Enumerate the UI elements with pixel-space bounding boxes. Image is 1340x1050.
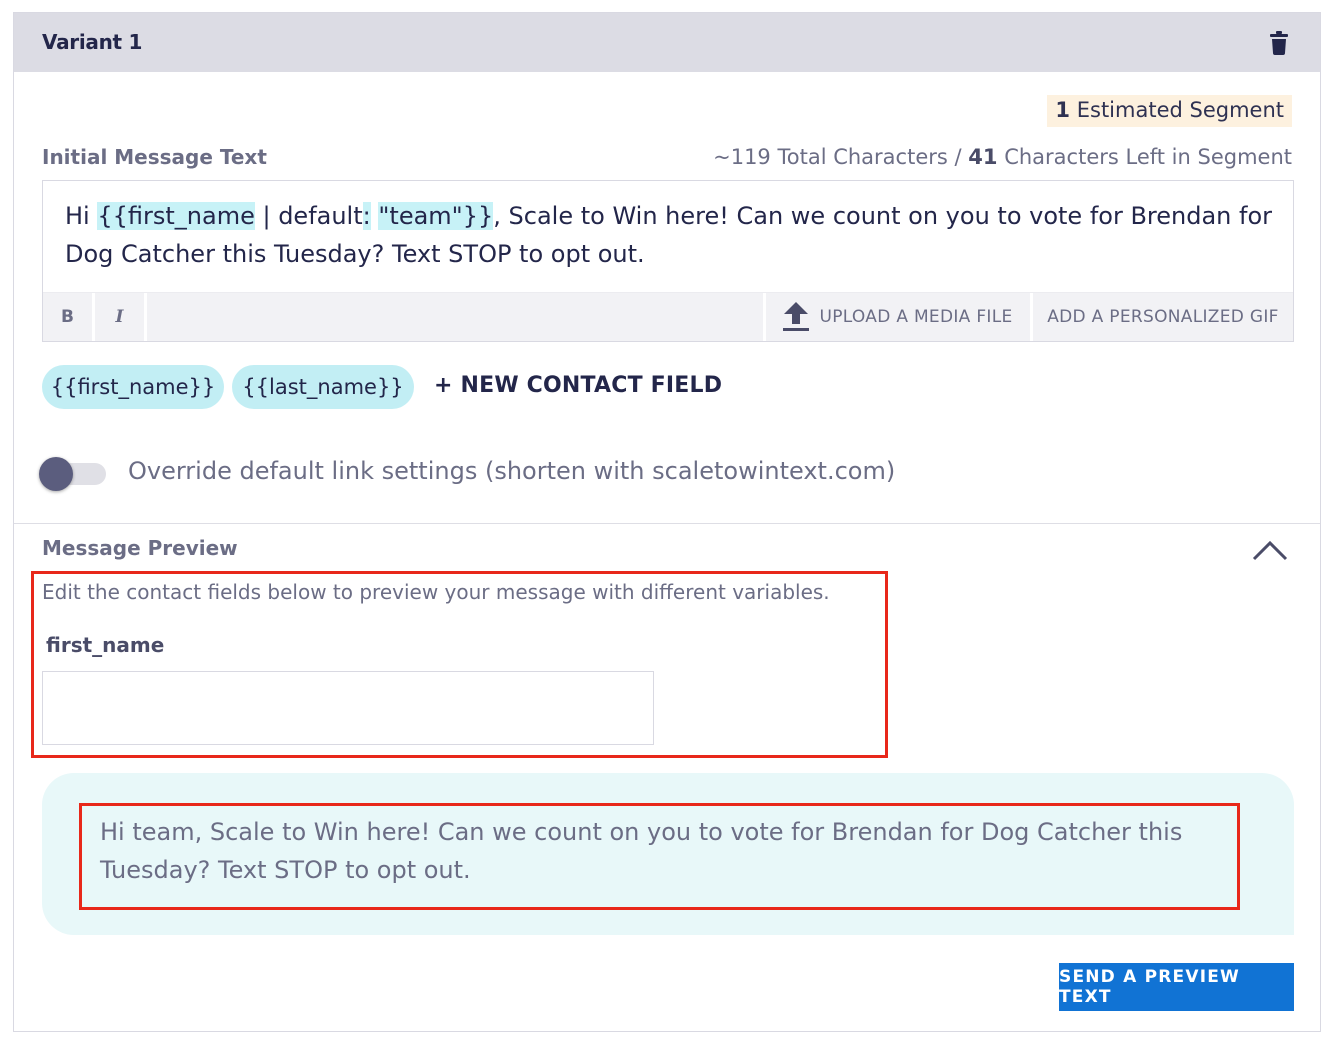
- variant-card: Variant 1 1 Estimated Segment Initial Me…: [13, 12, 1321, 1032]
- total-chars: ~119: [713, 145, 771, 169]
- char-count: ~119 Total Characters / 41 Characters Le…: [713, 145, 1292, 169]
- chevron-up-icon[interactable]: [1252, 539, 1288, 561]
- trash-icon[interactable]: [1270, 31, 1288, 55]
- chip-first-name[interactable]: {{first_name}}: [42, 365, 224, 409]
- section-divider: [14, 523, 1320, 524]
- preview-title: Message Preview: [42, 536, 238, 560]
- italic-button[interactable]: I: [95, 293, 147, 341]
- link-settings-label: Override default link settings (shorten …: [128, 457, 896, 485]
- chars-left-label: Characters Left in Segment: [1004, 145, 1292, 169]
- text-default: | default: [254, 202, 363, 230]
- upload-label: UPLOAD A MEDIA FILE: [819, 307, 1013, 327]
- upload-media-button[interactable]: UPLOAD A MEDIA FILE: [763, 293, 1033, 341]
- toggle-knob[interactable]: [39, 457, 73, 491]
- message-text[interactable]: Hi {{first_name | default: "team"}}, Sca…: [65, 197, 1273, 273]
- editor-toolbar: B I UPLOAD A MEDIA FILE ADD A PERSONALIZ…: [43, 292, 1293, 341]
- bold-button[interactable]: B: [43, 293, 95, 341]
- chip-last-name[interactable]: {{last_name}}: [232, 365, 414, 409]
- add-gif-button[interactable]: ADD A PERSONALIZED GIF: [1033, 293, 1293, 341]
- preview-hint: Edit the contact fields below to preview…: [42, 580, 830, 604]
- upload-icon: [783, 302, 810, 331]
- preview-bubble-text: Hi team, Scale to Win here! Can we count…: [100, 818, 1183, 884]
- first-name-field[interactable]: [42, 671, 654, 745]
- send-preview-button[interactable]: SEND A PREVIEW TEXT: [1059, 963, 1294, 1011]
- token-first-name: {{first_name: [97, 202, 255, 230]
- variant-header: Variant 1: [14, 13, 1320, 72]
- segment-badge: 1 Estimated Segment: [1047, 95, 1292, 127]
- message-editor[interactable]: Hi {{first_name | default: "team"}}, Sca…: [42, 180, 1294, 342]
- total-chars-label: Total Characters: [777, 145, 948, 169]
- text-prefix: Hi: [65, 202, 98, 230]
- segment-label: Estimated Segment: [1076, 98, 1284, 122]
- message-label: Initial Message Text: [42, 145, 267, 169]
- char-separator: /: [954, 145, 962, 169]
- token-default-value: "team"}}: [378, 202, 494, 230]
- new-contact-field-button[interactable]: + NEW CONTACT FIELD: [434, 373, 722, 398]
- first-name-field-label: first_name: [46, 633, 165, 657]
- variant-title: Variant 1: [42, 30, 143, 54]
- token-colon: :: [362, 202, 371, 230]
- preview-bubble: Hi team, Scale to Win here! Can we count…: [42, 773, 1294, 935]
- segment-count: 1: [1055, 98, 1071, 122]
- chars-left: 41: [968, 145, 998, 169]
